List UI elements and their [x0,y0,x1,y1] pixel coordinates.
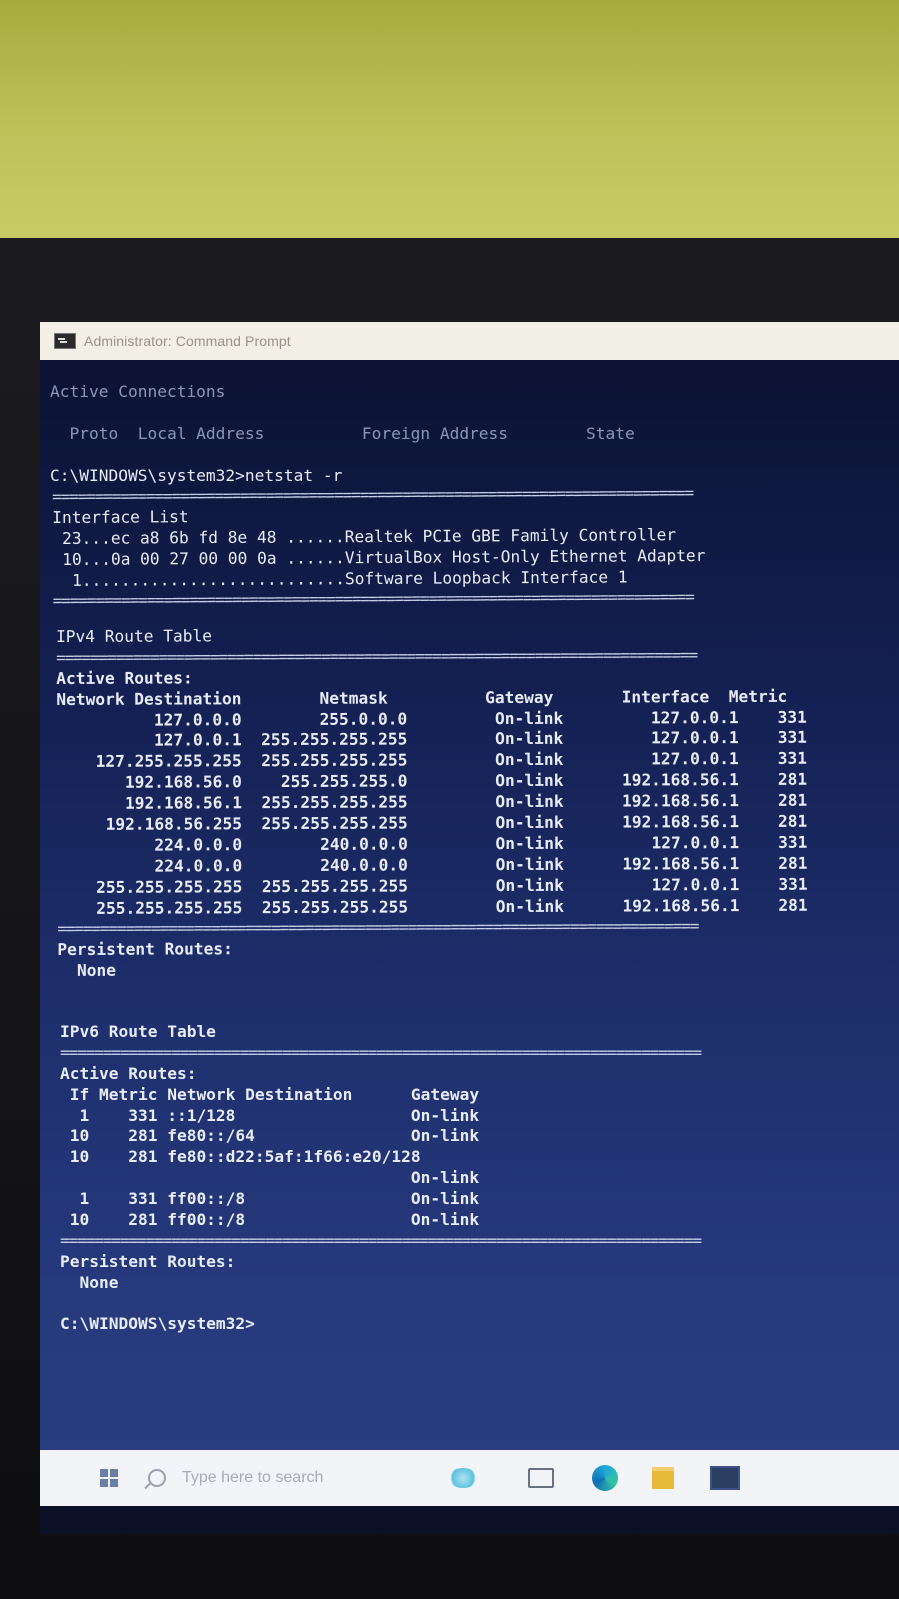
ipv6-active-routes-label: Active Routes: [60,1063,197,1083]
taskbar-search-box[interactable]: Type here to search [148,1461,388,1495]
window-title: Administrator: Command Prompt [84,333,291,349]
ipv6-route-row: 10 281 fe80::d22:5af:1f66:e20/128 [60,1147,421,1167]
separator-line: ========================================… [56,645,698,667]
ipv6-column-header: If Metric Network Destination Gateway [60,1084,480,1104]
ipv6-route-row: 10 281 ff00::/8 On-link [60,1210,480,1230]
ipv6-route-row: 10 281 fe80::/64 On-link [60,1126,480,1146]
search-placeholder: Type here to search [182,1469,324,1486]
file-explorer-icon[interactable] [652,1467,674,1489]
separator-line: ========================================… [57,916,699,939]
command-prompt-line[interactable]: C:\WINDOWS\system32> [60,1314,701,1335]
connections-column-header: Proto Local Address Foreign Address Stat… [50,423,635,443]
windows-taskbar: Type here to search [40,1450,899,1506]
interface-list-block: ========================================… [52,483,706,612]
separator-line: ========================================… [52,587,694,611]
console-output[interactable]: Active Connections Proto Local Address F… [40,360,899,1450]
window-titlebar[interactable]: Administrator: Command Prompt [40,322,899,360]
ipv4-route-row: 224.0.0.0 240.0.0.0 On-link 127.0.0.1 33… [56,832,808,855]
ipv6-route-table: IPv6 Route Table ========================… [60,1022,702,1335]
console-top-block: Active Connections Proto Local Address F… [50,382,635,486]
separator-line: ========================================… [60,1042,702,1062]
ipv4-route-table: IPv4 Route Table ========================… [56,624,808,982]
ipv6-route-row: 1 331 ::1/128 On-link [60,1105,480,1125]
background-wall [0,0,899,250]
search-icon [148,1469,166,1487]
task-view-icon[interactable] [528,1468,554,1488]
ipv4-persistent-routes-value: None [57,960,117,981]
ipv6-route-row: 1 331 ff00::/8 On-link [60,1189,480,1209]
ipv4-route-row: 224.0.0.0 240.0.0.0 On-link 192.168.56.1… [57,853,808,876]
active-connections-heading: Active Connections [50,382,226,401]
ipv4-column-header: Network Destination Netmask Gateway Inte… [56,686,788,709]
ipv6-persistent-routes-label: Persistent Routes: [60,1251,236,1271]
monitor-screen: Administrator: Command Prompt Active Con… [40,322,899,1534]
screen-bottom-edge [40,1506,899,1526]
photos-icon[interactable] [710,1466,740,1490]
ipv6-title: IPv6 Route Table [60,1022,216,1041]
command-prompt-icon [54,333,76,349]
edge-icon[interactable] [592,1465,618,1491]
cortana-icon[interactable] [448,1468,478,1488]
separator-line: ========================================… [60,1230,702,1250]
ipv6-persistent-routes-value: None [60,1272,119,1292]
windows-start-icon[interactable] [100,1469,118,1487]
separator-line: ========================================… [52,483,694,506]
ipv4-route-row: 255.255.255.255 255.255.255.255 On-link … [57,874,808,897]
ipv6-route-row: On-link [60,1168,480,1188]
